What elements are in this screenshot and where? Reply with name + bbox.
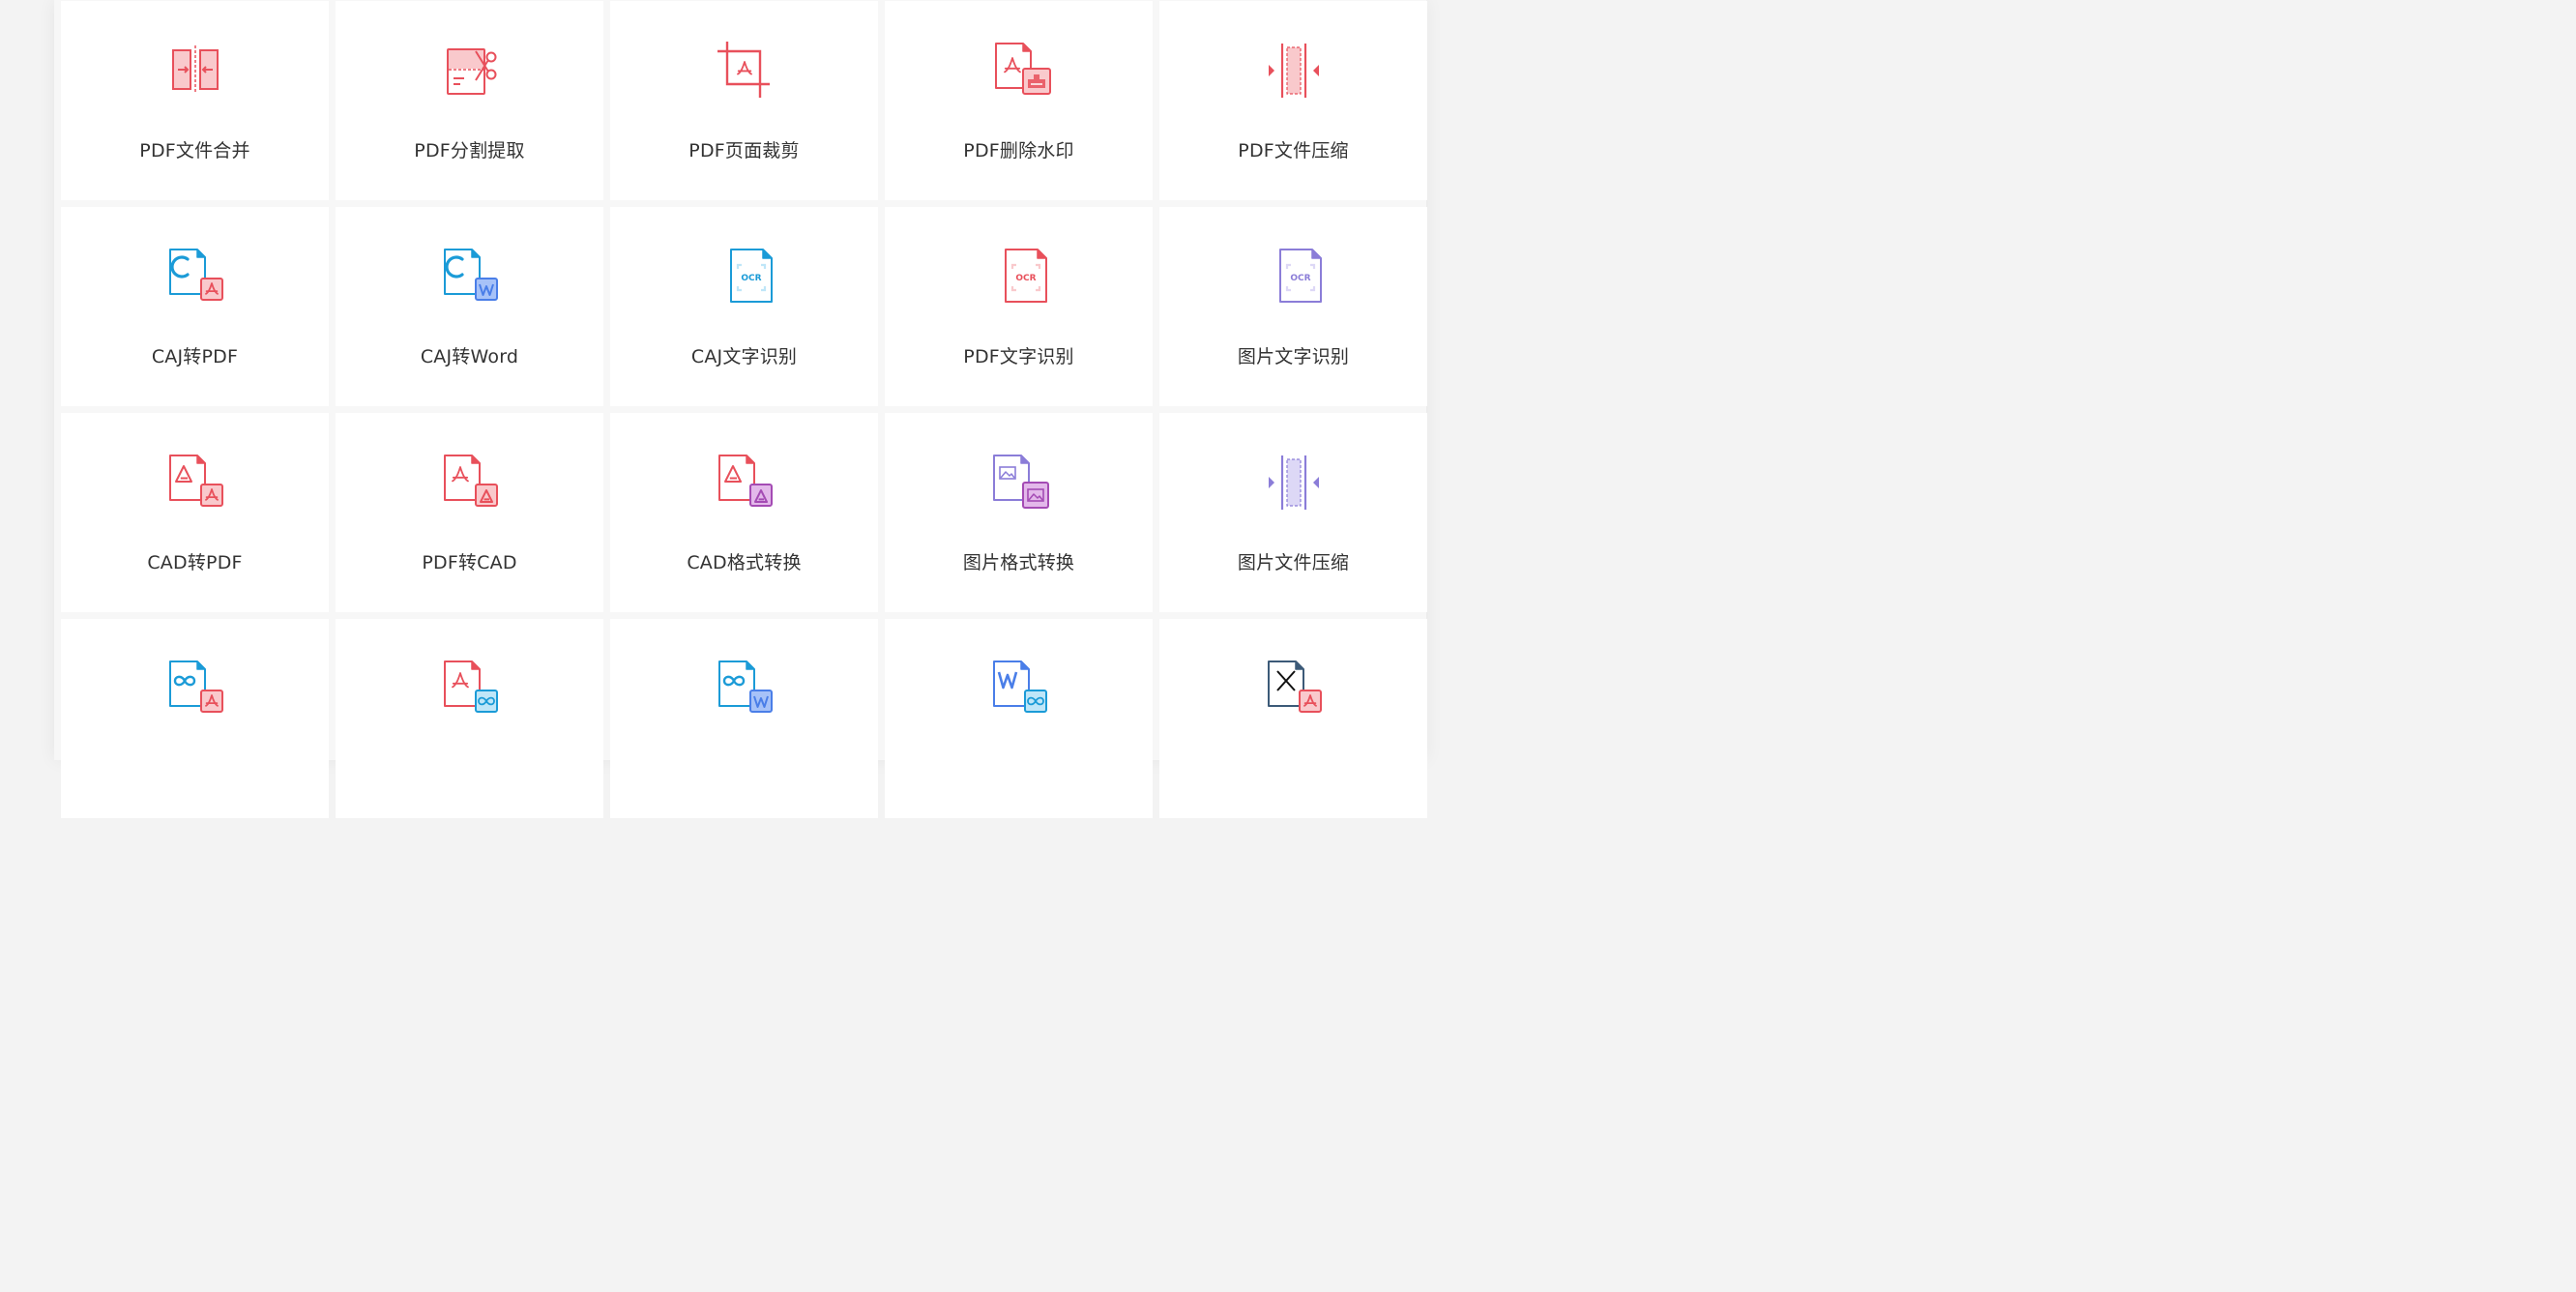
tool-label: 图片格式转换 (962, 552, 1075, 573)
tool-tile[interactable]: OCR 图片文字识别 (1159, 207, 1427, 406)
tool-tile[interactable]: PDF文件合并 (61, 1, 329, 200)
ofd-to-word-icon (706, 656, 783, 723)
pdf-to-cad-icon (431, 450, 509, 517)
tool-tile[interactable] (336, 619, 603, 818)
tool-label: PDF删除水印 (963, 140, 1074, 162)
tool-label: CAJ文字识别 (690, 346, 798, 367)
tool-tile[interactable]: PDF页面裁剪 (610, 1, 878, 200)
tool-tile[interactable]: PDF删除水印 (885, 1, 1153, 200)
tools-panel: PDF文件合并 PDF分割提取 PDF页面裁剪 PDF删除水印 PDF文件压缩 … (54, 0, 1427, 818)
word-to-ofd-icon (981, 656, 1058, 723)
tool-tile[interactable]: PDF转CAD (336, 413, 603, 612)
tool-tile[interactable]: OCR CAJ文字识别 (610, 207, 878, 406)
pdf-merge-icon (157, 38, 234, 105)
xps-to-pdf-icon (1255, 656, 1332, 723)
tools-grid: PDF文件合并 PDF分割提取 PDF页面裁剪 PDF删除水印 PDF文件压缩 … (61, 0, 1427, 818)
ofd-to-pdf-icon (157, 656, 234, 723)
pdf-split-icon (431, 38, 509, 105)
tool-tile[interactable]: CAD转PDF (61, 413, 329, 612)
pdf-crop-icon (706, 38, 783, 105)
tool-label: PDF转CAD (422, 552, 517, 573)
tool-label: PDF文字识别 (963, 346, 1074, 367)
tool-label: PDF文件合并 (139, 140, 250, 162)
tool-tile[interactable] (610, 619, 878, 818)
cad-to-pdf-icon (157, 450, 234, 517)
pdf-to-ofd-icon (431, 656, 509, 723)
tool-label: 图片文件压缩 (1237, 552, 1350, 573)
tool-label: CAD格式转换 (687, 552, 802, 573)
tool-label: PDF文件压缩 (1238, 140, 1349, 162)
tool-label: PDF分割提取 (414, 140, 525, 162)
image-format-convert-icon (981, 450, 1058, 517)
tool-tile[interactable]: 图片文件压缩 (1159, 413, 1427, 612)
cad-format-convert-icon (706, 450, 783, 517)
tool-tile[interactable]: OCR PDF文字识别 (885, 207, 1153, 406)
tool-label: CAJ转Word (420, 346, 519, 367)
caj-ocr-icon: OCR (706, 244, 783, 311)
tool-tile[interactable] (61, 619, 329, 818)
tool-tile[interactable]: CAJ转Word (336, 207, 603, 406)
tool-tile[interactable]: PDF文件压缩 (1159, 1, 1427, 200)
image-ocr-icon: OCR (1255, 244, 1332, 311)
tool-label: PDF页面裁剪 (688, 140, 800, 162)
svg-text:OCR: OCR (1015, 274, 1036, 283)
tool-tile[interactable]: CAJ转PDF (61, 207, 329, 406)
image-compress-icon (1255, 450, 1332, 517)
tool-label: CAD转PDF (147, 552, 243, 573)
svg-text:OCR: OCR (741, 274, 761, 283)
pdf-ocr-icon: OCR (981, 244, 1058, 311)
caj-to-pdf-icon (157, 244, 234, 311)
tool-tile[interactable]: 图片格式转换 (885, 413, 1153, 612)
tool-tile[interactable]: PDF分割提取 (336, 1, 603, 200)
caj-to-word-icon (431, 244, 509, 311)
tool-label: CAJ转PDF (151, 346, 239, 367)
tool-label: 图片文字识别 (1237, 346, 1350, 367)
svg-text:OCR: OCR (1290, 274, 1310, 283)
tool-tile[interactable] (1159, 619, 1427, 818)
pdf-remove-watermark-icon (981, 38, 1058, 105)
tool-tile[interactable] (885, 619, 1153, 818)
pdf-compress-icon (1255, 38, 1332, 105)
tool-tile[interactable]: CAD格式转换 (610, 413, 878, 612)
